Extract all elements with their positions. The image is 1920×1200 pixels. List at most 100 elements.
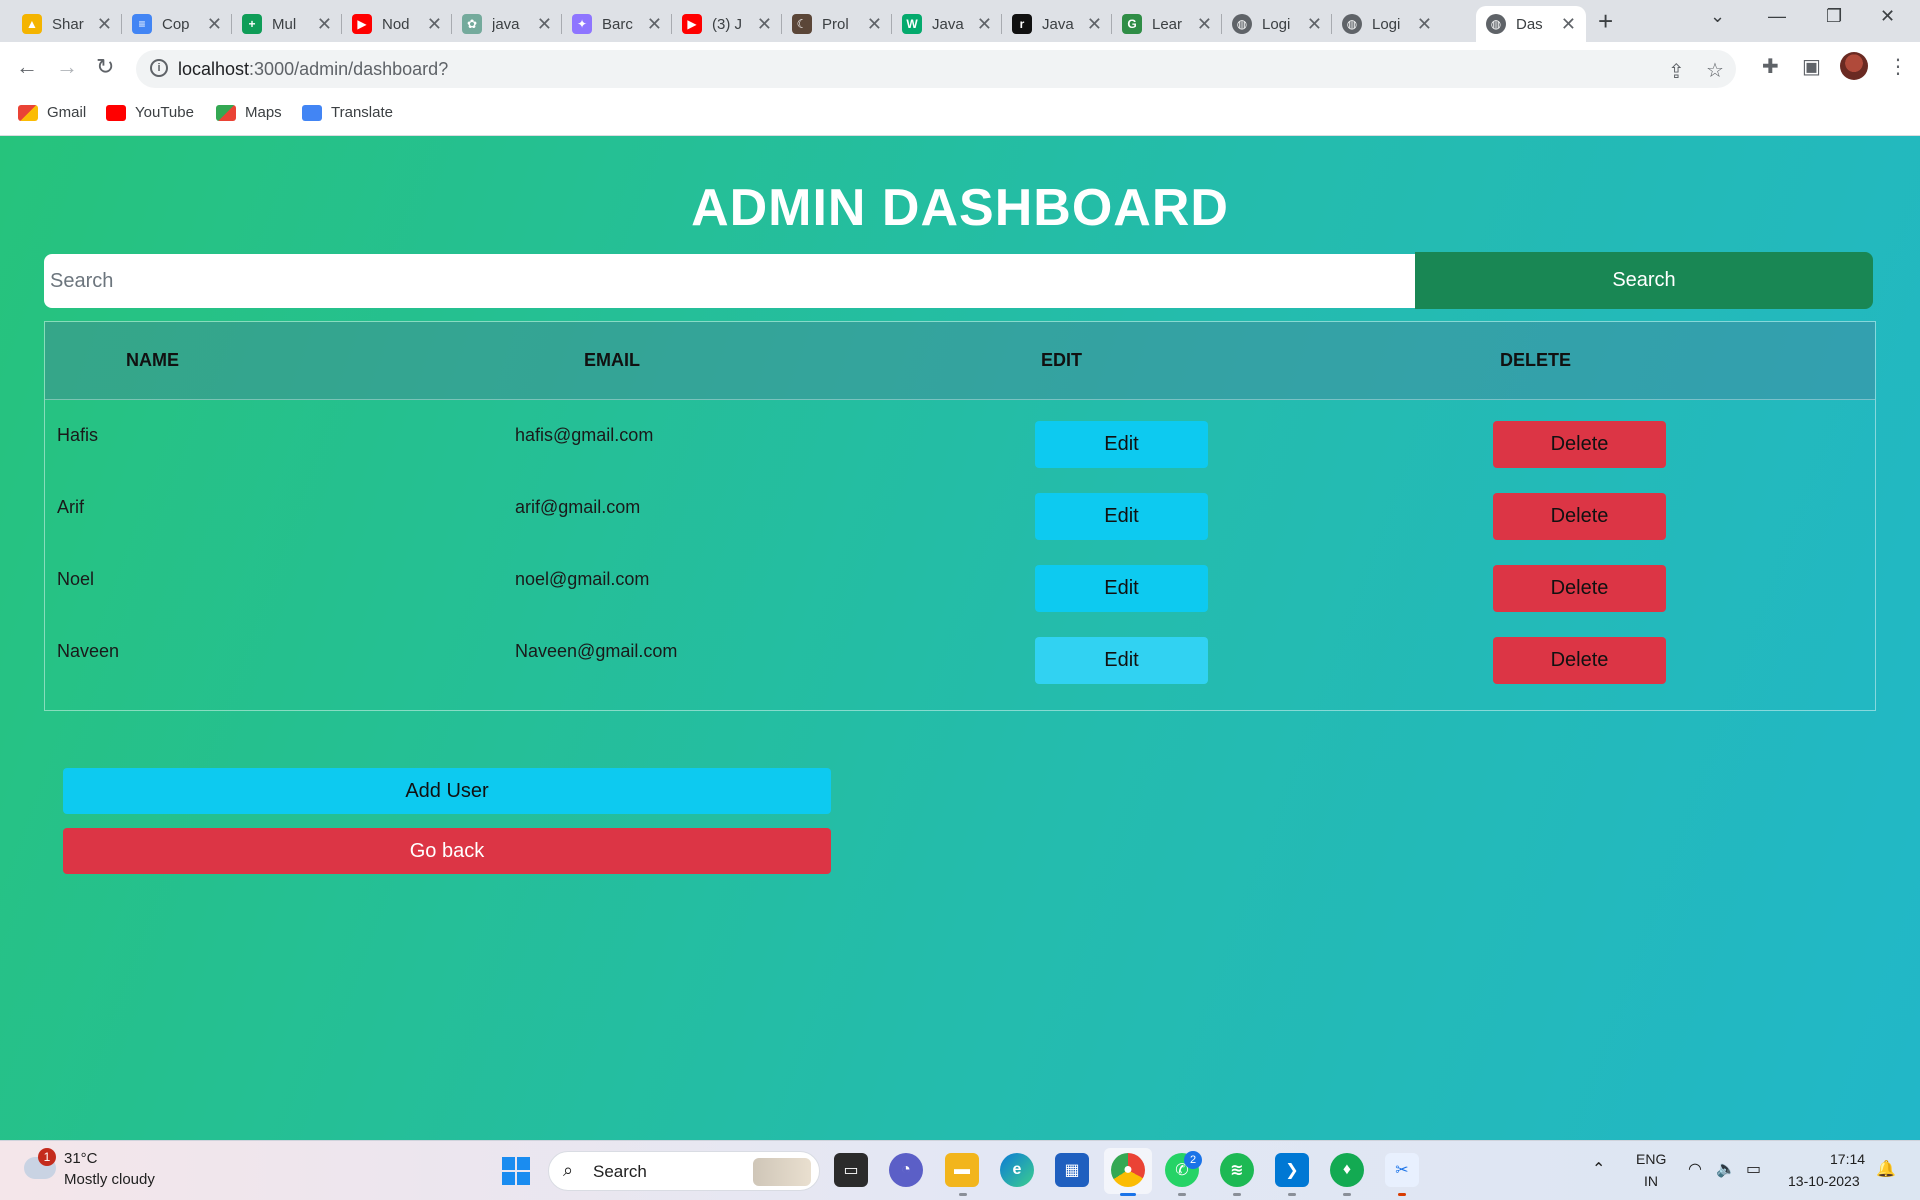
go-back-button[interactable]: Go back <box>63 828 831 874</box>
close-tab-icon[interactable]: ✕ <box>1197 14 1212 34</box>
google-docs-icon: ≡ <box>132 14 152 34</box>
youtube-icon <box>106 104 126 121</box>
clock-date[interactable]: 13-10-2023 <box>1788 1173 1860 1189</box>
tab-search-chevron-icon[interactable]: ⌄ <box>1710 6 1725 27</box>
add-user-button[interactable]: Add User <box>63 768 831 814</box>
bookmark-youtube[interactable]: YouTube <box>106 104 194 121</box>
reload-icon[interactable]: ↻ <box>96 54 114 80</box>
new-tab-icon[interactable]: + <box>1598 8 1613 34</box>
bookmark-translate[interactable]: Translate <box>302 104 393 121</box>
more-menu-icon[interactable]: ⋮ <box>1888 54 1908 79</box>
browser-tab[interactable]: ▶ Nod ✕ <box>342 6 452 42</box>
user-name: Noel <box>57 569 95 589</box>
delete-button[interactable]: Delete <box>1493 493 1666 540</box>
tab-title: Prol <box>822 15 849 33</box>
close-tab-icon[interactable]: ✕ <box>1087 14 1102 34</box>
close-tab-icon[interactable]: ✕ <box>1307 14 1322 34</box>
close-tab-icon[interactable]: ✕ <box>757 14 772 34</box>
delete-button[interactable]: Delete <box>1493 421 1666 468</box>
clock-time[interactable]: 17:14 <box>1830 1151 1865 1167</box>
vscode-icon[interactable]: ❯ <box>1275 1153 1309 1187</box>
bookmark-maps[interactable]: Maps <box>216 104 282 121</box>
close-tab-icon[interactable]: ✕ <box>317 14 332 34</box>
edit-button[interactable]: Edit <box>1035 493 1208 540</box>
file-explorer-icon[interactable]: ▬ <box>945 1153 979 1187</box>
address-bar[interactable]: i localhost:3000/admin/dashboard? ⇪ ☆ <box>136 50 1736 88</box>
weather-description[interactable]: Mostly cloudy <box>64 1171 155 1188</box>
browser-tab[interactable]: G Lear ✕ <box>1112 6 1222 42</box>
spotify-icon[interactable]: ≋ <box>1220 1153 1254 1187</box>
close-tab-icon[interactable]: ✕ <box>647 14 662 34</box>
close-tab-icon[interactable]: ✕ <box>97 14 112 34</box>
search-input[interactable] <box>44 254 1416 308</box>
generic-site-icon: r <box>1012 14 1032 34</box>
tab-title: Java <box>1042 15 1074 33</box>
browser-tab[interactable]: r Java ✕ <box>1002 6 1112 42</box>
delete-button[interactable]: Delete <box>1493 637 1666 684</box>
edit-button[interactable]: Edit <box>1035 565 1208 612</box>
browser-tab[interactable]: ✿ java ✕ <box>452 6 562 42</box>
minimize-icon[interactable]: — <box>1768 6 1786 27</box>
chrome-icon[interactable]: ● <box>1111 1153 1145 1187</box>
delete-button[interactable]: Delete <box>1493 565 1666 612</box>
weather-temperature[interactable]: 31°C <box>64 1150 98 1167</box>
close-window-icon[interactable]: ✕ <box>1880 6 1895 27</box>
close-tab-icon[interactable]: ✕ <box>867 14 882 34</box>
task-view-icon[interactable]: ▭ <box>834 1153 868 1187</box>
taskbar-search[interactable]: ⌕ Search <box>548 1151 820 1191</box>
running-indicator <box>959 1193 967 1196</box>
browser-tab[interactable]: + Mul ✕ <box>232 6 342 42</box>
wifi-icon[interactable]: ◠ <box>1688 1159 1702 1179</box>
microsoft-store-icon[interactable]: ▦ <box>1055 1153 1089 1187</box>
battery-icon[interactable]: ▭ <box>1746 1159 1761 1179</box>
restore-icon[interactable]: ❐ <box>1826 6 1842 27</box>
dashboard-page: ADMIN DASHBOARD Search NAME EMAIL EDIT D… <box>0 136 1920 1140</box>
bookmark-star-icon[interactable]: ☆ <box>1706 58 1724 83</box>
language-indicator[interactable]: ENG <box>1636 1151 1666 1167</box>
close-tab-icon[interactable]: ✕ <box>1417 14 1432 34</box>
tab-title: java <box>492 15 520 33</box>
running-indicator <box>1178 1193 1186 1196</box>
browser-tab[interactable]: W Java ✕ <box>892 6 1002 42</box>
side-panel-icon[interactable]: ▣ <box>1802 54 1821 79</box>
close-tab-icon[interactable]: ✕ <box>427 14 442 34</box>
windows-start-icon[interactable] <box>502 1157 530 1185</box>
close-tab-icon[interactable]: ✕ <box>1561 14 1576 34</box>
tab-title: Java <box>932 15 964 33</box>
edit-button[interactable]: Edit <box>1035 637 1208 684</box>
browser-tab[interactable]: ☾ Prol ✕ <box>782 6 892 42</box>
gmail-icon <box>18 104 38 121</box>
close-tab-icon[interactable]: ✕ <box>207 14 222 34</box>
browser-tab[interactable]: ✦ Barc ✕ <box>562 6 672 42</box>
share-icon[interactable]: ⇪ <box>1668 59 1685 84</box>
forward-arrow-icon[interactable]: → <box>56 54 78 80</box>
site-info-icon[interactable]: i <box>150 59 168 77</box>
bookmark-gmail[interactable]: Gmail <box>18 104 86 121</box>
user-name: Naveen <box>57 641 120 661</box>
tab-title: Logi <box>1372 15 1401 33</box>
notification-bell-icon[interactable]: 🔔 <box>1876 1159 1896 1179</box>
snipping-tool-icon[interactable]: ✂ <box>1385 1153 1419 1187</box>
google-translate-icon <box>302 104 322 121</box>
browser-tab[interactable]: ◍ Logi ✕ <box>1332 6 1442 42</box>
browser-tab-active[interactable]: ◍ Das ✕ <box>1476 6 1586 42</box>
browser-tab[interactable]: ≡ Cop ✕ <box>122 6 232 42</box>
region-indicator[interactable]: IN <box>1644 1173 1658 1189</box>
show-hidden-icons-chevron-icon[interactable]: ⌃ <box>1592 1159 1605 1179</box>
volume-icon[interactable]: 🔈 <box>1716 1159 1736 1179</box>
search-button[interactable]: Search <box>1415 252 1873 309</box>
back-arrow-icon[interactable]: ← <box>16 54 38 80</box>
teams-chat-icon[interactable]: ◔ <box>889 1153 923 1187</box>
browser-tab[interactable]: ▲ Shar ✕ <box>12 6 122 42</box>
profile-avatar[interactable] <box>1840 52 1868 80</box>
edit-button[interactable]: Edit <box>1035 421 1208 468</box>
geeksforgeeks-icon: G <box>1122 14 1142 34</box>
column-header-edit: EDIT <box>1041 350 1083 370</box>
browser-tab[interactable]: ▶ (3) J ✕ <box>672 6 782 42</box>
close-tab-icon[interactable]: ✕ <box>537 14 552 34</box>
extensions-icon[interactable]: ✚ <box>1762 54 1779 79</box>
edge-icon[interactable]: e <box>1000 1153 1034 1187</box>
browser-tab[interactable]: ◍ Logi ✕ <box>1222 6 1332 42</box>
close-tab-icon[interactable]: ✕ <box>977 14 992 34</box>
mongodb-compass-icon[interactable]: ♦ <box>1330 1153 1364 1187</box>
